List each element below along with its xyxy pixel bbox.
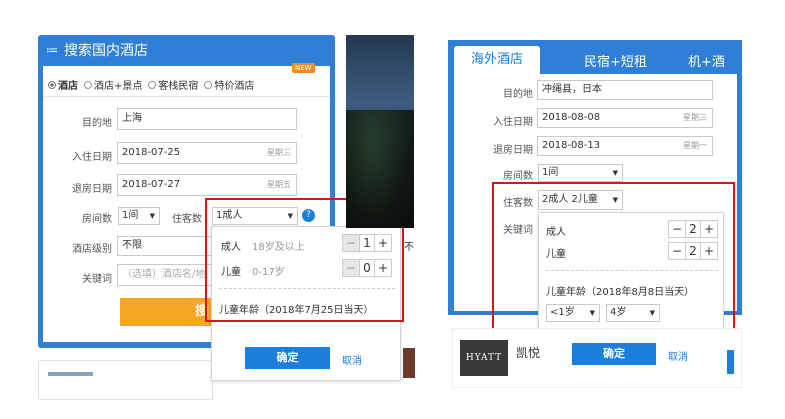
right-confirm-button[interactable]: 确定 <box>572 343 656 365</box>
right-checkout-label: 退房日期 <box>493 145 533 156</box>
radio-inn[interactable]: 客栈民宿 <box>148 77 198 92</box>
left-panel-header: ≔ 搜索国内酒店 <box>38 35 335 65</box>
left-rooms-label: 房间数 <box>82 214 112 225</box>
right-checkin-input[interactable]: 2018-08-08 星期三 <box>537 108 713 128</box>
left-confirm-button[interactable]: 确定 <box>245 347 330 369</box>
left-guests-label: 住客数 <box>172 214 202 225</box>
checkout-weekday: 星期一 <box>683 141 707 150</box>
radio-dot <box>148 80 157 89</box>
right-checkin-label: 入住日期 <box>493 117 533 128</box>
right-card-blue-edge <box>727 350 734 374</box>
left-checkout-label: 退房日期 <box>72 184 112 195</box>
left-dest-label: 目的地 <box>82 118 112 129</box>
left-star-select[interactable]: 不限 <box>117 236 213 256</box>
checkin-weekday: 星期三 <box>683 113 707 122</box>
radio-hotel[interactable]: 酒店 <box>48 77 78 92</box>
photo-tree-silhouette <box>346 110 414 228</box>
left-type-divider <box>43 96 330 97</box>
hyatt-logo: HYATT <box>460 340 508 376</box>
photo-strip-bottom <box>403 348 415 378</box>
left-star-label: 酒店级别 <box>72 244 112 255</box>
left-checkout-input[interactable]: 2018-07-27 星期五 <box>117 174 297 196</box>
left-bottom-card <box>38 360 213 400</box>
right-rooms-label: 房间数 <box>503 171 533 182</box>
right-cancel-link[interactable]: 取消 <box>668 348 688 363</box>
right-highlight-box <box>492 182 735 336</box>
overflow-text: 不 <box>404 242 414 253</box>
left-cancel-link[interactable]: 取消 <box>342 352 362 367</box>
left-checkin-label: 入住日期 <box>72 152 112 163</box>
radio-dot <box>84 80 92 89</box>
left-checkin-input[interactable]: 2018-07-25 星期三 <box>117 142 297 164</box>
radio-dot <box>204 80 213 89</box>
radio-hotel-attraction[interactable]: 酒店+景点 <box>84 77 142 92</box>
right-checkout-input[interactable]: 2018-08-13 星期一 <box>537 136 713 156</box>
radio-dot <box>48 80 56 89</box>
right-tab-flight-hotel[interactable]: 机+酒 <box>688 51 725 70</box>
chevron-down-icon: ▼ <box>612 169 618 177</box>
left-panel-title: 搜索国内酒店 <box>64 43 148 59</box>
hotel-bed-icon: ≔ <box>46 43 58 57</box>
right-rooms-select[interactable]: 1间 ▼ <box>538 164 623 182</box>
right-dest-label: 目的地 <box>503 89 533 100</box>
left-type-radios: 酒店 酒店+景点 客栈民宿 特价酒店 <box>48 77 260 92</box>
radio-special[interactable]: 特价酒店 <box>204 77 254 92</box>
right-tab-active[interactable]: 海外酒店 <box>454 46 540 74</box>
left-keyword-label: 关键词 <box>82 274 112 285</box>
checkin-weekday: 星期三 <box>267 148 291 157</box>
new-badge: NEW <box>292 63 315 73</box>
left-rooms-select[interactable]: 1间 ▼ <box>118 207 160 225</box>
checkout-weekday: 星期五 <box>267 180 291 189</box>
chevron-down-icon: ▼ <box>149 212 155 220</box>
right-tab-homestay[interactable]: 民宿+短租 <box>584 51 647 70</box>
left-bottom-bar <box>48 372 93 376</box>
left-search-button[interactable]: 搜 <box>120 298 212 326</box>
right-dest-input[interactable]: 冲绳县，日本 <box>537 80 713 100</box>
left-dest-input[interactable]: 上海 <box>117 108 297 130</box>
hotel-name: 凯悦 <box>516 346 541 360</box>
left-keyword-input[interactable]: （选填）酒店名/地 <box>117 264 217 286</box>
